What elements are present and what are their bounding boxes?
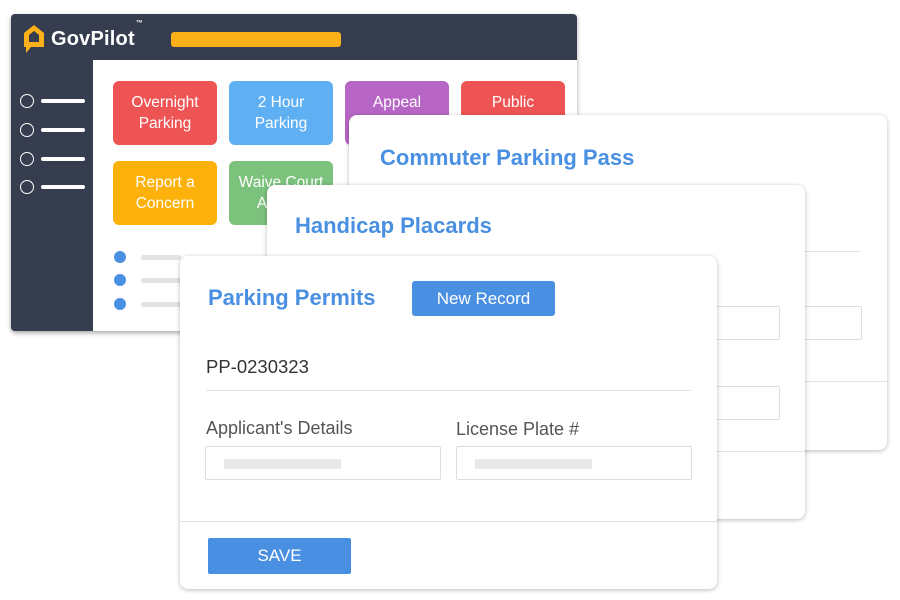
sidebar-item[interactable]: [20, 152, 85, 166]
license-plate-input[interactable]: [456, 446, 692, 480]
parking-permits-card: Parking Permits New Record PP-0230323 Ap…: [180, 256, 717, 589]
list-item[interactable]: [114, 298, 181, 310]
sidebar-item[interactable]: [20, 123, 85, 137]
bullet-dot-icon: [114, 274, 126, 286]
divider: [180, 521, 717, 522]
bullet-dot-icon: [114, 298, 126, 310]
card-title: Parking Permits: [208, 285, 376, 310]
applicants-details-label: Applicant's Details: [206, 418, 353, 438]
tile-report-a-concern[interactable]: Report a Concern: [113, 161, 217, 225]
govpilot-logo[interactable]: GovPilot™: [23, 19, 144, 54]
list-item-text-placeholder: [141, 277, 181, 283]
radio-circle-icon: [20, 123, 34, 137]
sidebar: [11, 60, 93, 331]
input-placeholder-bar: [475, 459, 592, 469]
license-plate-label: License Plate #: [456, 419, 580, 439]
sidebar-item-label-placeholder: [41, 128, 85, 132]
card-title: Commuter Parking Pass: [380, 145, 635, 170]
list-item-text-placeholder: [141, 301, 181, 307]
card-title: Handicap Placards: [295, 213, 492, 238]
record-id: PP-0230323: [206, 356, 309, 377]
save-button[interactable]: SAVE: [208, 538, 351, 574]
sidebar-item[interactable]: [20, 94, 85, 108]
search-bar[interactable]: [171, 32, 341, 47]
applicants-details-input[interactable]: [205, 446, 441, 480]
govpilot-logo-icon: [23, 24, 45, 54]
input-placeholder-bar: [224, 459, 341, 469]
list-item[interactable]: [114, 274, 181, 286]
sidebar-item-label-placeholder: [41, 157, 85, 161]
radio-circle-icon: [20, 180, 34, 194]
sidebar-item-label-placeholder: [41, 99, 85, 103]
bullet-dot-icon: [114, 251, 126, 263]
brand-name: GovPilot™: [51, 19, 144, 50]
radio-circle-icon: [20, 152, 34, 166]
divider: [206, 390, 691, 391]
sidebar-item[interactable]: [20, 180, 85, 194]
tile-overnight-parking[interactable]: Overnight Parking: [113, 81, 217, 145]
new-record-button[interactable]: New Record: [412, 281, 555, 316]
radio-circle-icon: [20, 94, 34, 108]
app-header: GovPilot™: [11, 14, 577, 60]
tile-2-hour-parking[interactable]: 2 Hour Parking: [229, 81, 333, 145]
list-item[interactable]: [114, 251, 181, 263]
list-item-text-placeholder: [141, 254, 181, 260]
sidebar-item-label-placeholder: [41, 185, 85, 189]
